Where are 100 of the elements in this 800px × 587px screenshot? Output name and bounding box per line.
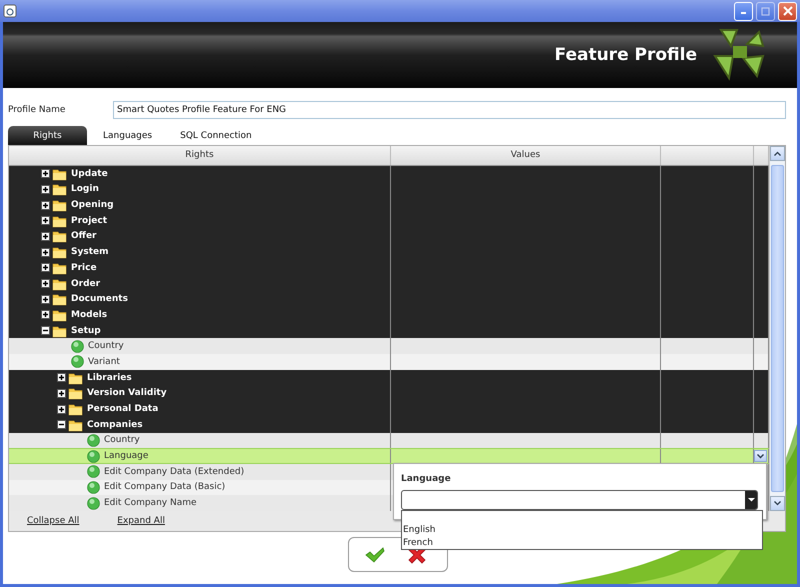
popup-title: Language [401, 474, 452, 484]
close-icon [782, 6, 792, 16]
tree-item-label: Opening [71, 200, 114, 210]
tree-row[interactable]: Country [9, 432, 769, 448]
tree-item-label: Version Validity [87, 388, 167, 398]
status-icon [87, 496, 100, 510]
tree-row[interactable]: Personal Data [9, 401, 769, 417]
tree-row[interactable]: Offer [9, 228, 769, 244]
tree-item-label: Update [71, 168, 108, 179]
folder-icon [52, 308, 67, 322]
tree-row[interactable]: Opening [9, 197, 769, 213]
language-combobox[interactable] [401, 490, 758, 510]
status-icon [71, 355, 84, 368]
footer-link[interactable]: Expand All [117, 516, 165, 526]
status-icon [87, 480, 100, 494]
folder-icon [68, 418, 83, 432]
scrollbar[interactable] [769, 146, 785, 511]
profile-name-field[interactable]: Smart Quotes Profile Feature For ENG [113, 101, 786, 119]
expand-icon[interactable] [41, 248, 50, 257]
column-header: Rights [9, 146, 391, 165]
tree-item-label: Country [104, 435, 140, 446]
tab[interactable]: SQL Connection [168, 126, 264, 145]
expand-icon[interactable] [41, 232, 50, 241]
chevron-up-icon[interactable] [774, 151, 781, 156]
tree-row[interactable]: Price [9, 260, 769, 276]
expand-icon[interactable] [41, 169, 50, 178]
expand-icon[interactable] [57, 373, 66, 382]
checkmark-icon [365, 547, 385, 563]
status-icon [87, 465, 100, 478]
minimize-button[interactable] [734, 2, 753, 20]
maximize-button[interactable] [756, 2, 775, 20]
tree-item-label: Libraries [87, 372, 132, 383]
tree-row[interactable]: Variant [9, 354, 769, 370]
tree-item-label: Country [88, 341, 124, 352]
tree-row[interactable]: System [9, 244, 769, 260]
header-title: Feature Profile [554, 45, 697, 65]
tree-item-label: System [71, 247, 108, 258]
tree-row[interactable]: Documents [9, 291, 769, 308]
tree-row[interactable]: Language [9, 448, 769, 464]
folder-icon [52, 166, 67, 181]
tree-item-label: Edit Company Data (Basic) [104, 482, 226, 492]
column-header: Values [391, 146, 661, 165]
folder-icon [52, 292, 67, 306]
folder-icon [52, 276, 67, 291]
tree-item-label: Personal Data [87, 404, 158, 414]
tree-item-label: Variant [88, 356, 120, 367]
expand-icon[interactable] [41, 184, 50, 194]
tree-item-label: Edit Company Name [104, 498, 197, 508]
tree-item-label: Price [71, 262, 97, 273]
tree-item-label: Offer [71, 231, 96, 242]
tree-row[interactable]: Libraries [9, 370, 769, 386]
folder-icon [68, 402, 83, 416]
expand-icon[interactable] [57, 388, 66, 398]
tree-item-label: Login [71, 184, 99, 194]
maximize-icon [761, 6, 770, 16]
dropdown-option[interactable]: English [402, 524, 762, 537]
collapse-icon[interactable] [57, 420, 66, 430]
folder-icon [52, 260, 67, 275]
folder-icon [68, 386, 83, 400]
tree-item-label: Models [71, 310, 108, 320]
tree-item-label: Order [71, 278, 100, 289]
tree-item-label: Setup [71, 326, 101, 336]
tree-row[interactable]: Project [9, 212, 769, 229]
expand-icon[interactable] [41, 216, 50, 226]
folder-icon [52, 324, 67, 338]
status-icon [87, 434, 100, 447]
status-icon [71, 340, 84, 353]
dropdown-button[interactable] [754, 450, 767, 462]
tree-item-label: Language [104, 451, 148, 462]
tree-item-label: Project [71, 216, 108, 226]
tree-row[interactable]: Companies [9, 416, 769, 433]
status-icon [87, 450, 100, 463]
tree-row[interactable]: Version Validity [9, 386, 769, 402]
folder-icon [52, 214, 67, 228]
expand-icon[interactable] [41, 263, 50, 272]
folder-icon [68, 370, 83, 385]
folder-icon [52, 182, 67, 196]
dropdown-option[interactable]: French [402, 537, 762, 550]
folder-icon [52, 229, 67, 244]
tree-row[interactable]: Update [9, 166, 769, 182]
profile-name-label: Profile Name [8, 105, 66, 115]
tree-row[interactable]: Login [9, 182, 769, 198]
close-button[interactable] [778, 2, 797, 20]
tab[interactable]: Rights [8, 126, 87, 145]
tree-row[interactable]: Setup [9, 322, 769, 338]
folder-icon [52, 245, 67, 260]
expand-icon[interactable] [41, 279, 50, 288]
footer-link[interactable]: Collapse All [27, 516, 80, 526]
expand-icon[interactable] [57, 404, 66, 414]
tree-item-label: Documents [71, 294, 128, 304]
expand-icon[interactable] [41, 294, 50, 304]
tab[interactable]: Languages [91, 126, 164, 145]
chevron-down-icon[interactable] [774, 501, 781, 506]
tree-row[interactable]: Models [9, 307, 769, 323]
expand-icon[interactable] [41, 310, 50, 320]
collapse-icon[interactable] [41, 326, 50, 336]
tree-item-label: Companies [87, 420, 143, 430]
expand-icon[interactable] [41, 200, 50, 210]
tree-row[interactable]: Order [9, 276, 769, 292]
folder-icon [52, 198, 67, 212]
